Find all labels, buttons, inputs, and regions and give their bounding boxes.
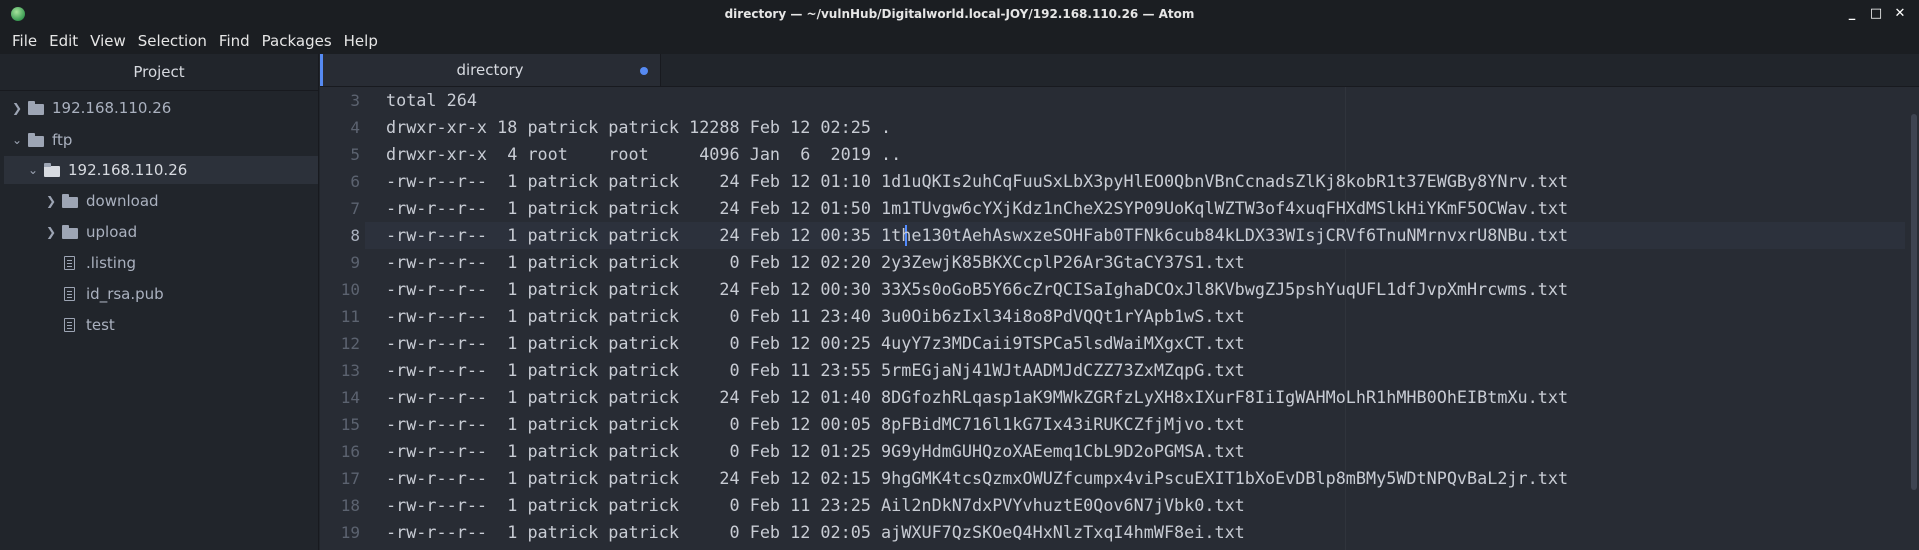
code-line[interactable]: -rw-r--r-- 1 patrick patrick 0 Feb 12 00… bbox=[386, 411, 1245, 438]
code-line[interactable]: -rw-r--r-- 1 patrick patrick 24 Feb 12 0… bbox=[386, 195, 1568, 222]
code-line[interactable]: -rw-r--r-- 1 patrick patrick 24 Feb 12 0… bbox=[386, 222, 1568, 249]
file-icon bbox=[62, 317, 78, 332]
menu-selection[interactable]: Selection bbox=[132, 32, 213, 50]
tree-item-download[interactable]: ❯ download bbox=[44, 187, 159, 215]
window-controls: _ □ ✕ bbox=[1843, 4, 1909, 22]
chevron-right-icon[interactable]: ❯ bbox=[44, 225, 58, 239]
menu-help[interactable]: Help bbox=[338, 32, 384, 50]
code-line[interactable]: -rw-r--r-- 1 patrick patrick 0 Feb 12 01… bbox=[386, 438, 1245, 465]
tree-item-id-rsa-pub[interactable]: id_rsa.pub bbox=[62, 280, 164, 308]
tree-item-listing[interactable]: .listing bbox=[62, 249, 136, 277]
menu-file[interactable]: File bbox=[6, 32, 43, 50]
atom-app-icon bbox=[11, 7, 25, 21]
code-line[interactable]: -rw-r--r-- 1 patrick patrick 24 Feb 12 0… bbox=[386, 276, 1568, 303]
code-line[interactable]: -rw-r--r-- 1 patrick patrick 0 Feb 12 00… bbox=[386, 330, 1245, 357]
code-line[interactable]: -rw-r--r-- 1 patrick patrick 0 Feb 11 23… bbox=[386, 303, 1245, 330]
code-line[interactable]: -rw-r--r-- 1 patrick patrick 0 Feb 11 23… bbox=[386, 492, 1245, 519]
line-number: 19 bbox=[340, 523, 360, 542]
code-line[interactable]: drwxr-xr-x 18 patrick patrick 12288 Feb … bbox=[386, 114, 891, 141]
menu-edit[interactable]: Edit bbox=[43, 32, 84, 50]
tree-item-label: 192.168.110.26 bbox=[52, 99, 172, 117]
chevron-down-icon[interactable]: ⌄ bbox=[26, 163, 40, 177]
line-number: 5 bbox=[350, 145, 360, 164]
tree-item-upload[interactable]: ❯ upload bbox=[44, 218, 137, 246]
editor-pane: directory 3 4 5 6 7 8 9 10 11 12 13 14 1… bbox=[320, 54, 1919, 550]
folder-icon bbox=[62, 224, 78, 239]
line-number: 13 bbox=[340, 361, 360, 380]
code-line[interactable]: -rw-r--r-- 1 patrick patrick 0 Feb 12 02… bbox=[386, 249, 1245, 276]
vertical-scrollbar[interactable] bbox=[1911, 114, 1917, 490]
tree-item-test[interactable]: test bbox=[62, 311, 115, 339]
line-number: 11 bbox=[340, 307, 360, 326]
line-number: 16 bbox=[340, 442, 360, 461]
line-number: 7 bbox=[350, 199, 360, 218]
maximize-button[interactable]: □ bbox=[1867, 4, 1885, 22]
line-number: 8 bbox=[350, 226, 360, 245]
code-line[interactable]: -rw-r--r-- 1 patrick patrick 24 Feb 12 0… bbox=[386, 465, 1568, 492]
tab-directory[interactable]: directory bbox=[320, 54, 661, 86]
menu-view[interactable]: View bbox=[84, 32, 132, 50]
line-number: 17 bbox=[340, 469, 360, 488]
tree-item-label: test bbox=[86, 316, 115, 334]
active-tab-indicator bbox=[320, 54, 323, 86]
line-number: 9 bbox=[350, 253, 360, 272]
tree-item-label: download bbox=[86, 192, 159, 210]
line-number: 12 bbox=[340, 334, 360, 353]
code-line[interactable]: -rw-r--r-- 1 patrick patrick 24 Feb 12 0… bbox=[386, 384, 1568, 411]
title-bar: directory — ~/vulnHub/Digitalworld.local… bbox=[0, 0, 1919, 28]
tree-item-label: upload bbox=[86, 223, 138, 241]
line-number: 15 bbox=[340, 415, 360, 434]
code-line[interactable]: total 264 bbox=[386, 87, 477, 114]
menu-find[interactable]: Find bbox=[213, 32, 256, 50]
tree-item-label: ftp bbox=[52, 131, 73, 149]
tree-item-ftp-ip-folder[interactable]: ⌄ 192.168.110.26 bbox=[4, 156, 318, 184]
window-title: directory — ~/vulnHub/Digitalworld.local… bbox=[724, 7, 1195, 21]
line-number: 6 bbox=[350, 172, 360, 191]
tree-header: Project bbox=[0, 54, 318, 91]
chevron-right-icon[interactable]: ❯ bbox=[10, 101, 24, 115]
code-line[interactable]: -rw-r--r-- 1 patrick patrick 0 Feb 12 02… bbox=[386, 519, 1245, 546]
tab-title: directory bbox=[456, 61, 524, 79]
folder-icon bbox=[44, 162, 60, 177]
code-line[interactable]: -rw-r--r-- 1 patrick patrick 24 Feb 12 0… bbox=[386, 168, 1568, 195]
line-number: 18 bbox=[340, 496, 360, 515]
minimize-button[interactable]: _ bbox=[1843, 4, 1861, 22]
chevron-down-icon[interactable]: ⌄ bbox=[10, 133, 24, 147]
line-number: 4 bbox=[350, 118, 360, 137]
line-number-gutter: 3 4 5 6 7 8 9 10 11 12 13 14 15 16 17 18… bbox=[320, 87, 1919, 550]
menu-packages[interactable]: Packages bbox=[256, 32, 338, 50]
folder-icon bbox=[28, 100, 44, 115]
line-number: 3 bbox=[350, 91, 360, 110]
chevron-right-icon[interactable]: ❯ bbox=[44, 194, 58, 208]
tree-item-ftp[interactable]: ⌄ ftp bbox=[10, 126, 72, 154]
folder-icon bbox=[62, 193, 78, 208]
file-icon bbox=[62, 286, 78, 301]
folder-icon bbox=[28, 132, 44, 147]
modified-indicator-icon[interactable] bbox=[640, 67, 648, 75]
code-line[interactable]: -rw-r--r-- 1 patrick patrick 0 Feb 11 23… bbox=[386, 357, 1245, 384]
project-tree: Project ❯ 192.168.110.26 ⌄ ftp ⌄ 192.168… bbox=[0, 54, 319, 550]
tree-item-label: .listing bbox=[86, 254, 136, 272]
menu-bar: File Edit View Selection Find Packages H… bbox=[0, 28, 1919, 54]
tab-bar: directory bbox=[320, 54, 1919, 87]
tree-item-label: id_rsa.pub bbox=[86, 285, 164, 303]
line-number: 14 bbox=[340, 388, 360, 407]
file-icon bbox=[62, 255, 78, 270]
close-button[interactable]: ✕ bbox=[1891, 4, 1909, 22]
line-number: 10 bbox=[340, 280, 360, 299]
tree-item-root-folder[interactable]: ❯ 192.168.110.26 bbox=[10, 94, 171, 122]
tree-item-label: 192.168.110.26 bbox=[68, 161, 188, 179]
code-line[interactable]: drwxr-xr-x 4 root root 4096 Jan 6 2019 .… bbox=[386, 141, 901, 168]
